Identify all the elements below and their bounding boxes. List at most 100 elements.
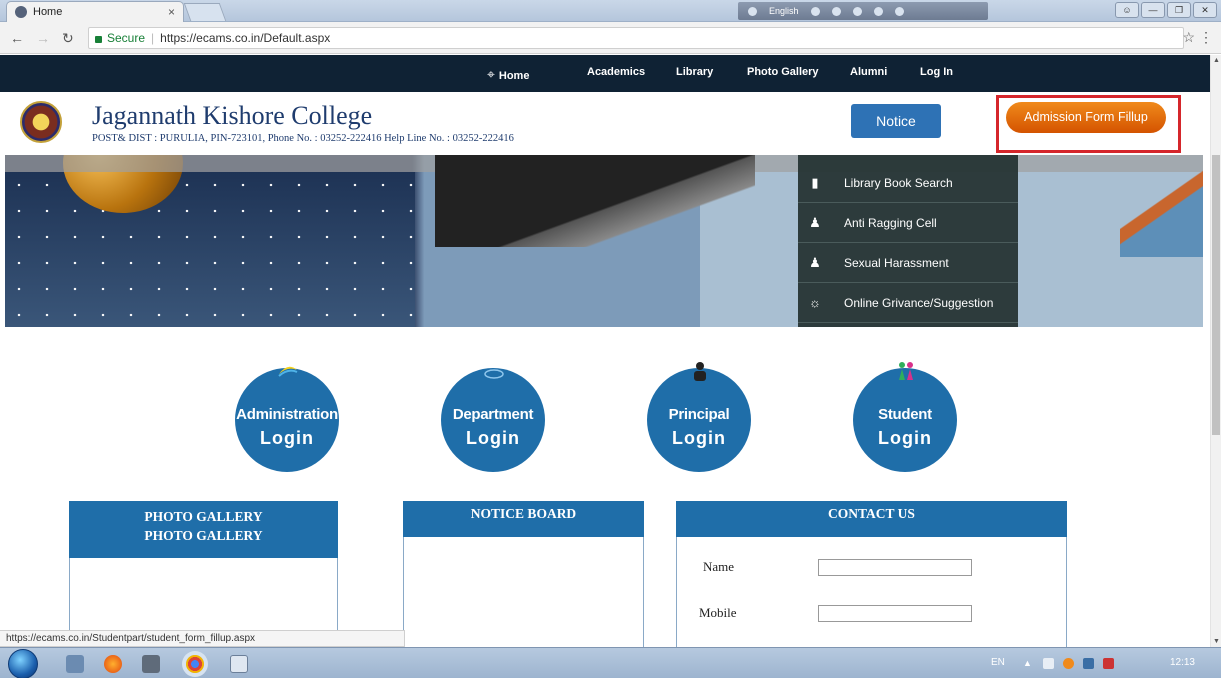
cloud-icon <box>484 369 504 379</box>
tab-close-icon[interactable]: × <box>168 5 175 19</box>
calculator-icon[interactable] <box>142 655 160 673</box>
minimize-icon[interactable]: — <box>1141 2 1165 18</box>
lock-icon <box>95 35 102 43</box>
quick-link-library-book-search[interactable]: ▮ Library Book Search <box>798 163 1018 203</box>
college-address: POST& DIST : PURULIA, PIN-723101, Phone … <box>92 133 514 144</box>
home-dish-icon: ⌖ <box>487 66 495 82</box>
notice-board-header: NOTICE BOARD <box>403 501 644 537</box>
laptop-image <box>435 155 755 247</box>
login-title: Principal <box>668 406 730 423</box>
ime-logo-icon <box>748 6 757 16</box>
space-image <box>5 172 415 327</box>
user-icon[interactable]: ☺ <box>1115 2 1139 18</box>
network-icon[interactable] <box>1083 658 1094 669</box>
updates-icon[interactable] <box>1063 658 1074 669</box>
back-arrow-icon[interactable]: ← <box>10 30 24 46</box>
contact-us-header: CONTACT US <box>676 501 1067 537</box>
secure-label: Secure <box>107 31 146 45</box>
quick-link-label: Library Book Search <box>844 175 953 190</box>
address-bar[interactable]: Secure | https://ecams.co.in/Default.asp… <box>88 27 1184 49</box>
start-button[interactable] <box>8 649 38 678</box>
contact-us-title: CONTACT US <box>828 506 915 521</box>
quick-links-menu: ▮ Library Book Search ♟ Anti Ragging Cel… <box>798 155 1018 327</box>
swoosh-icon <box>278 366 298 377</box>
scroll-thumb[interactable] <box>1212 155 1220 435</box>
ime-settings-icon[interactable] <box>831 6 841 16</box>
login-title: Department <box>452 406 534 423</box>
link-status-bar: https://ecams.co.in/Studentpart/student_… <box>0 630 405 647</box>
bookmark-star-icon[interactable]: ☆ <box>1182 29 1195 46</box>
notice-board-title: NOTICE BOARD <box>470 506 577 521</box>
nav-alumni[interactable]: Alumni <box>850 66 887 78</box>
student-login-button[interactable]: Student Login <box>853 362 957 472</box>
notice-button[interactable]: Notice <box>851 104 941 138</box>
nav-academics[interactable]: Academics <box>587 66 645 78</box>
nav-home[interactable]: ⌖ Home <box>487 66 529 83</box>
volume-muted-icon[interactable] <box>1103 658 1114 669</box>
photo-gallery-title: PHOTO GALLERY <box>144 509 263 524</box>
quick-link-label: Anti Ragging Cell <box>844 215 937 230</box>
college-name: Jagannath Kishore College <box>92 101 373 130</box>
quick-link-anti-ragging-cell[interactable]: ♟ Anti Ragging Cell <box>798 203 1018 243</box>
name-input[interactable] <box>818 559 972 576</box>
close-window-icon[interactable]: ✕ <box>1193 2 1217 18</box>
photo-gallery-subtitle: PHOTO GALLERY <box>144 528 263 543</box>
tray-expand-icon[interactable]: ▲ <box>1023 658 1034 669</box>
quick-link-sexual-harassment[interactable]: ♟ Sexual Harassment <box>798 243 1018 283</box>
login-title: Administration <box>236 406 338 423</box>
department-login-button[interactable]: Department Login <box>441 368 545 472</box>
quick-link-online-grievance[interactable]: ☼ Online Grivance/Suggestion <box>798 283 1018 323</box>
nav-home-label: Home <box>498 70 530 82</box>
browser-toolbar: ← → ↻ Secure | https://ecams.co.in/Defau… <box>0 22 1221 54</box>
nav-photo-gallery[interactable]: Photo Gallery <box>747 66 819 78</box>
new-tab-button[interactable] <box>183 3 227 21</box>
clock[interactable]: 12:13 <box>1170 657 1195 668</box>
group-icon: ♟ <box>809 214 821 230</box>
photo-gallery-header: PHOTO GALLERY PHOTO GALLERY <box>69 501 338 558</box>
explorer-icon[interactable] <box>66 655 84 673</box>
login-options: Administration Login Department Login Pr… <box>0 354 1210 474</box>
person-icon <box>694 362 706 381</box>
reload-icon[interactable]: ↻ <box>62 30 74 47</box>
book-image <box>1120 167 1203 257</box>
nav-library[interactable]: Library <box>676 66 713 78</box>
quick-link-label: Online Grivance/Suggestion <box>844 295 994 310</box>
ime-ie-icon[interactable] <box>852 6 862 16</box>
browser-tab-home[interactable]: Home × <box>6 1 184 22</box>
tray-language[interactable]: EN <box>991 657 1005 668</box>
college-header: Jagannath Kishore College POST& DIST : P… <box>0 92 1210 154</box>
scroll-down-icon[interactable]: ▼ <box>1213 638 1220 645</box>
word-icon[interactable] <box>230 655 248 673</box>
quick-link-label: Sexual Harassment <box>844 255 949 270</box>
notice-board-body <box>403 537 644 647</box>
admission-form-fillup-button[interactable]: Admission Form Fillup <box>1006 102 1166 133</box>
ime-help-icon[interactable] <box>873 6 883 16</box>
login-subtitle: Login <box>260 428 314 448</box>
page-viewport: ⌖ Home Academics Library Photo Gallery Al… <box>0 55 1210 647</box>
principal-login-button[interactable]: Principal Login <box>647 362 751 472</box>
ime-language: English <box>769 6 799 16</box>
login-title: Student <box>878 406 932 423</box>
group-icon: ♟ <box>809 254 821 270</box>
bulb-icon: ☼ <box>809 295 821 310</box>
administration-login-button[interactable]: Administration Login <box>235 366 339 472</box>
page-scrollbar[interactable]: ▲ ▼ <box>1210 55 1221 647</box>
nav-log-in[interactable]: Log In <box>920 66 953 78</box>
mobile-label: Mobile <box>699 605 737 620</box>
browser-menu-icon[interactable]: ⋮ <box>1199 29 1213 46</box>
top-navigation: ⌖ Home Academics Library Photo Gallery Al… <box>0 55 1210 92</box>
forward-arrow-icon[interactable]: → <box>36 30 50 46</box>
book-icon: ▮ <box>811 174 819 190</box>
mobile-input[interactable] <box>818 605 972 622</box>
language-bar[interactable]: English <box>738 2 988 20</box>
scroll-up-icon[interactable]: ▲ <box>1213 57 1220 64</box>
ime-mode-icon[interactable] <box>810 6 820 16</box>
flag-icon[interactable] <box>1043 658 1054 669</box>
ime-options-icon[interactable] <box>894 6 904 16</box>
firefox-icon[interactable] <box>104 655 122 673</box>
people-icon <box>899 362 913 380</box>
restore-icon[interactable]: ❐ <box>1167 2 1191 18</box>
chrome-icon[interactable] <box>186 655 204 673</box>
login-subtitle: Login <box>672 428 726 448</box>
browser-tabstrip: Home × English ☺ — ❐ ✕ <box>0 0 1221 22</box>
